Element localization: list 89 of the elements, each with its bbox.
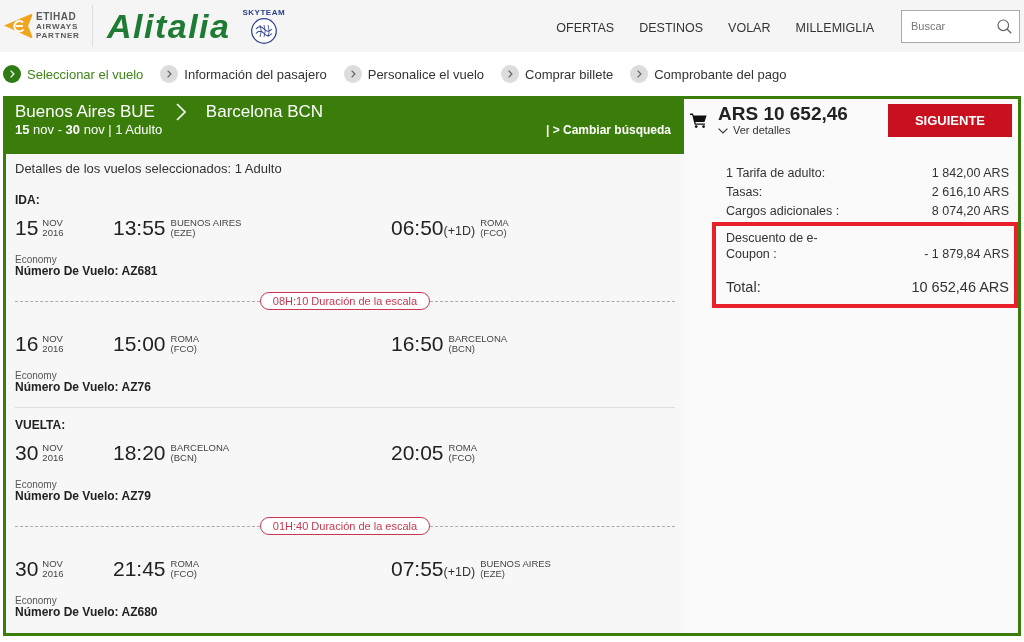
step-label: Información del pasajero <box>184 66 327 82</box>
arrival-city: ROMA <box>448 443 478 453</box>
search-field[interactable]: Buscar <box>901 9 1020 43</box>
details-heading: Detalles de los vuelos seleccionados: 1 Adulto <box>15 161 283 177</box>
logo-text: AIRWAYS <box>36 22 80 31</box>
nav-link[interactable]: MILLEMIGLIA <box>795 21 874 35</box>
flight-year: 2016 <box>42 569 64 579</box>
departure-time: 21:45 <box>113 556 166 582</box>
partner-badge-icon <box>3 12 33 40</box>
arrival-time: 07:55 <box>391 556 444 582</box>
step-label: Personalice el vuelo <box>367 66 485 82</box>
arrival-time: 16:50 <box>391 331 444 357</box>
next-button[interactable]: SIGUIENTE <box>888 104 1012 137</box>
flight-year: 2016 <box>42 453 64 463</box>
departure-city: ROMA <box>170 334 200 344</box>
arrival-airport-code: (BCN) <box>448 344 476 354</box>
origin-city: Buenos Aires BUE <box>15 102 155 122</box>
journey-label: VUELTA: <box>15 418 67 432</box>
journey-label: IDA: <box>15 193 41 207</box>
layover-duration-tag: 08H:10 Duración de la escala <box>259 292 431 310</box>
flight-day: 30 <box>15 556 39 582</box>
flight-day: 30 <box>15 440 39 466</box>
departure-city: BARCELONA <box>170 443 230 453</box>
flight-month: NOV <box>42 218 64 228</box>
price-value: 2 616,10 ARS <box>931 184 1009 201</box>
logo-text: ETIHAD <box>36 12 78 22</box>
departure-airport-code: (FCO) <box>170 569 198 579</box>
departure-airport-code: (FCO) <box>170 344 198 354</box>
price-value: 8 074,20 ARS <box>931 203 1009 220</box>
price-value: 10 652,46 ARS <box>911 278 1009 296</box>
price-label: 1 Tarifa de adulto: <box>726 165 826 182</box>
airline-logo: Alitalia <box>107 9 231 43</box>
price-label: Total: <box>726 278 761 296</box>
departure-airport-code: (EZE) <box>170 228 197 238</box>
swirl-emblem-icon <box>250 18 277 44</box>
cabin-class: Economy <box>15 479 57 490</box>
departure-airport-code: (BCN) <box>170 453 198 463</box>
price-value: 1 842,00 ARS <box>931 165 1009 182</box>
search-icon[interactable] <box>997 18 1012 34</box>
cabin-class: Economy <box>15 595 57 606</box>
step-label: Seleccionar el vuelo <box>27 66 144 82</box>
flight-number: Número De Vuelo: AZ76 <box>15 381 152 394</box>
flight-number: Número De Vuelo: AZ680 <box>15 606 159 619</box>
chevron-right-icon <box>175 103 186 121</box>
day-offset: (+1D) <box>443 224 476 238</box>
flight-day: 16 <box>15 331 39 357</box>
nav-link[interactable]: VOLAR <box>728 21 771 35</box>
price-label: Cargos adicionales : <box>726 203 840 220</box>
flight-number: Número De Vuelo: AZ79 <box>15 490 152 503</box>
arrival-city: BARCELONA <box>448 334 508 344</box>
arrival-city: BUENOS AIRES <box>480 559 551 569</box>
flight-month: NOV <box>42 443 64 453</box>
flight-number: Número De Vuelo: AZ681 <box>15 265 159 278</box>
flight-year: 2016 <box>42 344 64 354</box>
total-price: ARS 10 652,46 <box>718 104 848 124</box>
change-search-link[interactable]: | > Cambiar búsqueda <box>545 123 671 137</box>
departure-city: ROMA <box>170 559 200 569</box>
destination-city: Barcelona BCN <box>205 102 324 122</box>
departure-time: 13:55 <box>113 215 166 241</box>
cabin-class: Economy <box>15 254 57 265</box>
details-link[interactable]: Ver detalles <box>718 124 848 137</box>
flight-month: NOV <box>42 334 64 344</box>
cabin-class: Economy <box>15 370 57 381</box>
step-label: Comprobante del pago <box>654 66 787 82</box>
flight-year: 2016 <box>42 228 64 238</box>
arrival-time: 06:50 <box>391 215 444 241</box>
price-value: - 1 879,84 ARS <box>924 246 1009 262</box>
step-label: Comprar billete <box>525 66 614 82</box>
price-label: Descuento de e-Coupon : <box>726 230 819 262</box>
departure-time: 18:20 <box>113 440 166 466</box>
departure-city: BUENOS AIRES <box>170 218 242 228</box>
arrival-airport-code: (EZE) <box>480 569 506 579</box>
flight-month: NOV <box>42 559 64 569</box>
logo-text: SKYTEAM <box>242 8 286 17</box>
trip-dates: 15 nov - 30 nov | 1 Adulto <box>15 122 163 138</box>
arrival-airport-code: (FCO) <box>448 453 476 463</box>
nav-link[interactable]: DESTINOS <box>639 21 704 35</box>
arrival-time: 20:05 <box>391 440 444 466</box>
flight-day: 15 <box>15 215 39 241</box>
arrival-airport-code: (FCO) <box>480 228 508 238</box>
price-label: Tasas: <box>726 184 763 201</box>
day-offset: (+1D) <box>443 565 476 579</box>
logo-text: PARTNER <box>36 31 80 40</box>
arrival-city: ROMA <box>480 218 509 228</box>
layover-duration-tag: 01H:40 Duración de la escala <box>259 517 431 535</box>
cart-icon <box>690 113 707 128</box>
chevron-down-icon <box>718 127 728 134</box>
nav-link[interactable]: OFERTAS <box>556 21 615 35</box>
departure-time: 15:00 <box>113 331 166 357</box>
